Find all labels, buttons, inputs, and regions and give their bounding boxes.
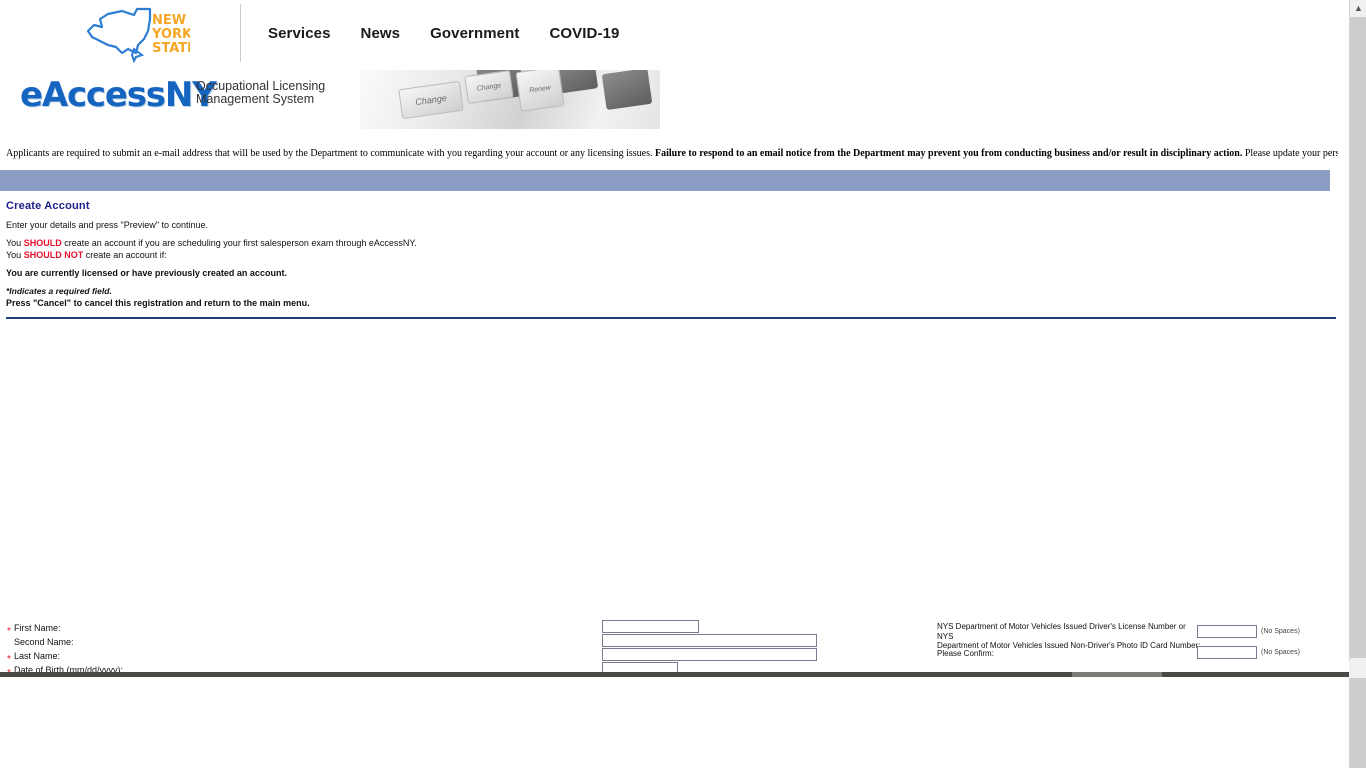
create-account-form: * First Name: Second Name: * Last Name: … <box>0 319 1338 676</box>
intro-line-should: You SHOULD create an account if you are … <box>6 237 1338 249</box>
svg-text:STATE: STATE <box>152 41 190 56</box>
intro-line-preview: Enter your details and press "Preview" t… <box>6 220 208 230</box>
should-rest: create an account if you are scheduling … <box>61 238 417 248</box>
brand-subtitle-line2: Management System <box>196 92 315 106</box>
required-star-last-name: * <box>7 654 11 665</box>
dmv-confirm-no-spaces-note: (No Spaces) <box>1261 649 1300 656</box>
required-star-first-name: * <box>7 626 11 637</box>
page-title: Create Account <box>6 200 90 212</box>
keyboard-photo: Change Change Renew <box>360 70 660 129</box>
should-keyword: SHOULD <box>23 238 62 248</box>
eaccessny-logo: eAccessNY <box>20 75 217 115</box>
section-blue-bar <box>0 170 1330 191</box>
input-last-name[interactable] <box>602 648 817 661</box>
svg-text:YORK: YORK <box>151 27 190 42</box>
chevron-up-icon: ▲ <box>1354 3 1363 13</box>
input-first-name[interactable] <box>602 620 699 633</box>
label-first-name: First Name: <box>14 623 61 633</box>
notice-part1: Applicants are required to submit an e-m… <box>6 148 655 159</box>
should-prefix: You <box>6 238 24 248</box>
scrollbar-corner <box>1349 661 1366 678</box>
shouldnot-keyword: SHOULD NOT <box>23 250 84 260</box>
shouldnot-rest: create an account if: <box>83 250 167 260</box>
intro-line-shouldnot: You SHOULD NOT create an account if: <box>6 249 1338 261</box>
email-notice: Applicants are required to submit an e-m… <box>0 147 1338 160</box>
scroll-up-button[interactable]: ▲ <box>1350 0 1366 17</box>
horizontal-scrollbar[interactable] <box>0 672 1349 677</box>
dmv-license-label: NYS Department of Motor Vehicles Issued … <box>937 622 1202 651</box>
horizontal-scrollbar-thumb[interactable] <box>1072 672 1162 677</box>
key-change-1: Change <box>398 80 464 120</box>
nav-item-news[interactable]: News <box>361 25 401 42</box>
notice-part2: Please update your personal information … <box>1244 148 1338 159</box>
intro-text: Enter your details and press "Preview" t… <box>6 219 1338 309</box>
nav-item-covid19[interactable]: COVID-19 <box>549 25 619 42</box>
new-york-state-logo: NEW YORK STATE <box>82 5 196 64</box>
input-dmv-confirm[interactable] <box>1197 646 1257 659</box>
vertical-scrollbar[interactable]: ▲ ▼ <box>1349 0 1366 768</box>
create-account-section: Create Account Enter your details and pr… <box>0 200 1338 319</box>
header-divider <box>240 4 241 62</box>
label-last-name: Last Name: <box>14 651 61 661</box>
svg-text:NEW: NEW <box>152 13 186 28</box>
page-content: NEW YORK STATE Services News Government … <box>0 0 1338 676</box>
label-second-name: Second Name: <box>14 637 74 647</box>
notice-bold: Failure to respond to an email notice fr… <box>655 148 1243 159</box>
nav-item-services[interactable]: Services <box>268 25 331 42</box>
input-second-name[interactable] <box>602 634 817 647</box>
browser-viewport: NEW YORK STATE Services News Government … <box>0 0 1366 768</box>
cancel-note: Press "Cancel" to cancel this registrati… <box>6 298 310 308</box>
brand-bar: eAccessNY Occupational Licensing Managem… <box>0 70 1338 135</box>
key-renew-1: Renew <box>515 70 565 112</box>
main-nav: Services News Government COVID-19 <box>268 25 619 42</box>
brand-subtitle: Occupational Licensing Management System <box>196 80 325 106</box>
site-header: NEW YORK STATE Services News Government … <box>0 0 1338 70</box>
shouldnot-prefix: You <box>6 250 24 260</box>
nav-item-government[interactable]: Government <box>430 25 519 42</box>
input-dmv-license-number[interactable] <box>1197 625 1257 638</box>
intro-line-licensed: You are currently licensed or have previ… <box>6 268 287 278</box>
dmv-confirm-label: Please Confirm: <box>937 649 994 658</box>
key-change-2: Change <box>464 70 514 105</box>
required-field-note: *Indicates a required field. <box>6 286 112 296</box>
dmv-license-label-line1: NYS Department of Motor Vehicles Issued … <box>937 622 1186 641</box>
dmv-no-spaces-note: (No Spaces) <box>1261 628 1300 635</box>
